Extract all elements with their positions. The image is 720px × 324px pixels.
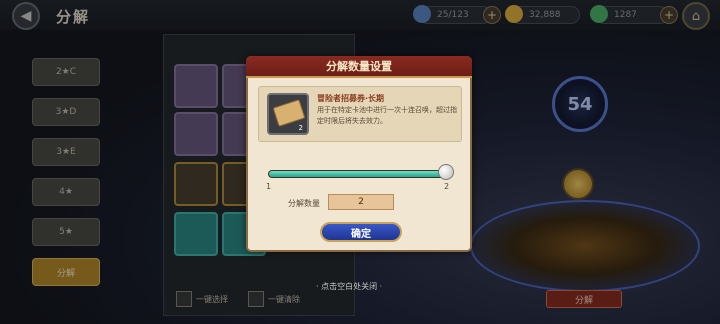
quantity-slider[interactable] — [268, 170, 446, 178]
item-count: 2 — [298, 124, 303, 132]
ticket-icon: 2 — [267, 93, 309, 135]
confirm-button[interactable]: 确定 — [320, 222, 402, 242]
close-hint: · 点击空白处关闭 · — [316, 282, 383, 291]
ticket-shape — [272, 99, 306, 127]
quantity-label: 分解数量 — [288, 199, 320, 208]
slider-fill — [269, 171, 445, 177]
slider-min-label: 1 — [266, 182, 272, 191]
slider-handle[interactable] — [438, 164, 454, 180]
item-description: 用于在特定卡池中进行一次十连召唤，超过指定时限后将失去效力。 — [317, 106, 457, 125]
dialog-title: 分解数量设置 — [246, 56, 472, 78]
item-name: 冒险者招募券·长期 — [317, 94, 385, 103]
quantity-input[interactable]: 2 — [328, 194, 394, 210]
quantity-dialog: 分解数量设置 2 冒险者招募券·长期 用于在特定卡池中进行一次十连召唤，超过指定… — [246, 56, 472, 252]
item-info: 2 冒险者招募券·长期 用于在特定卡池中进行一次十连召唤，超过指定时限后将失去效… — [258, 86, 462, 142]
slider-max-label: 2 — [444, 182, 450, 191]
